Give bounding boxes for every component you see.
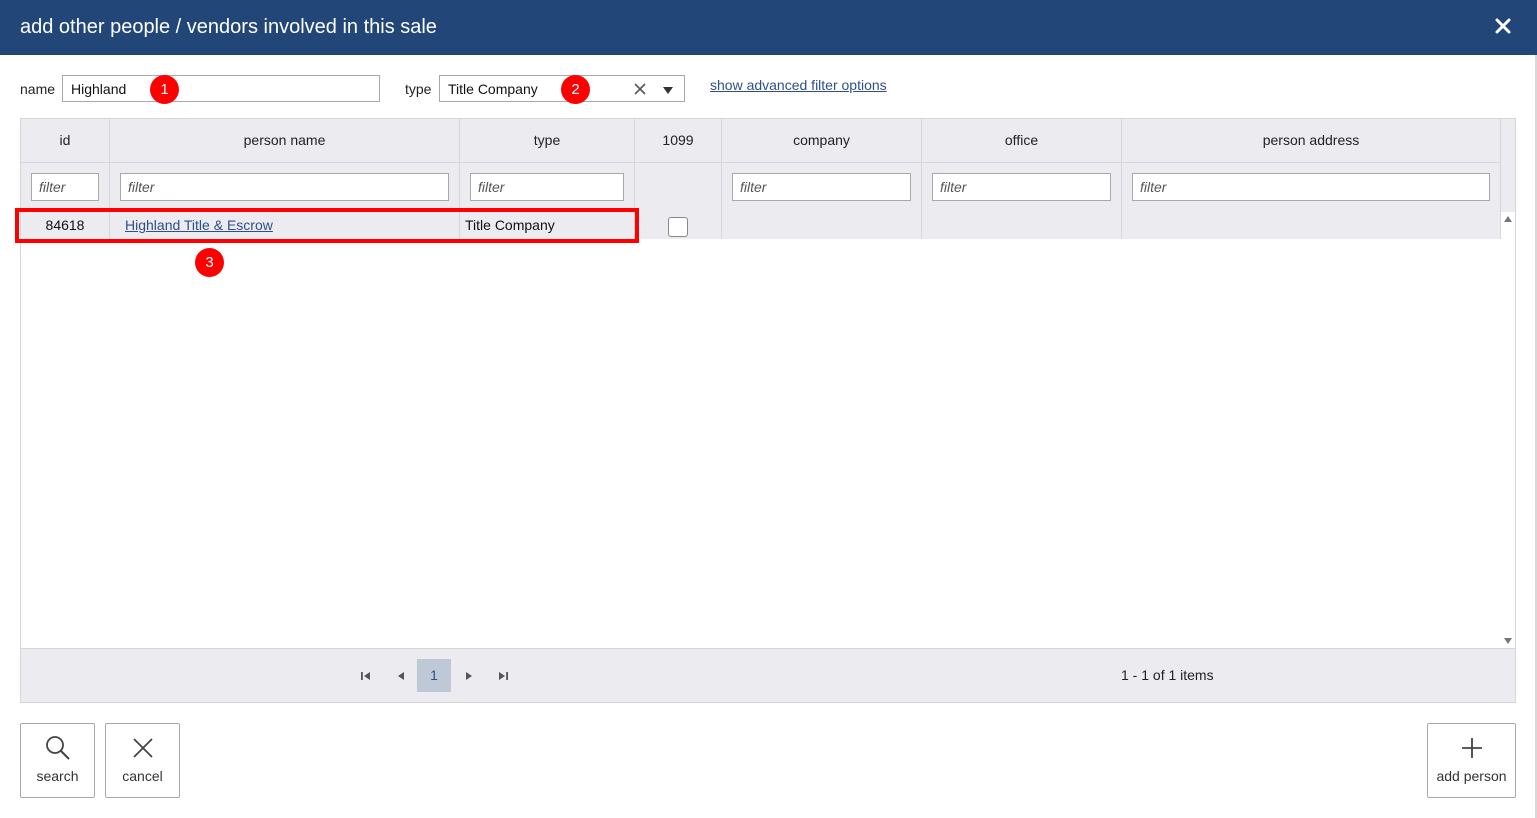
filter-input-office[interactable] (932, 173, 1111, 201)
column-header-id[interactable]: id (21, 119, 110, 162)
checkbox-1099[interactable] (668, 217, 688, 237)
search-button[interactable]: search (20, 723, 95, 798)
dialog-title: add other people / vendors involved in t… (20, 16, 437, 38)
name-input[interactable] (62, 75, 380, 102)
type-label: type (405, 81, 432, 97)
cancel-button[interactable]: cancel (105, 723, 180, 798)
scroll-down-icon[interactable] (1503, 636, 1513, 646)
filter-cell-person-name (110, 162, 460, 212)
next-page-icon[interactable] (460, 667, 478, 685)
row-highlight-box (15, 208, 639, 243)
filter-input-person-name[interactable] (120, 173, 449, 201)
dialog-titlebar: add other people / vendors involved in t… (0, 0, 1537, 55)
filter-input-id[interactable] (31, 173, 99, 201)
filter-cell-type (460, 162, 635, 212)
step-marker-2: 2 (561, 75, 590, 104)
previous-page-icon[interactable] (392, 667, 410, 685)
filter-cell-company (722, 162, 922, 212)
grid-pager: 1 1 - 1 of 1 items (21, 648, 1515, 702)
search-button-label: search (36, 768, 79, 784)
cancel-button-label: cancel (122, 768, 163, 784)
advanced-filter-link[interactable]: show advanced filter options (710, 77, 887, 93)
add-person-button-label: add person (1436, 768, 1507, 784)
vertical-scrollbar[interactable] (1501, 212, 1515, 648)
column-header-type[interactable]: type (460, 119, 635, 162)
column-header-person-address[interactable]: person address (1122, 119, 1501, 162)
column-header-office[interactable]: office (922, 119, 1122, 162)
scroll-up-icon[interactable] (1503, 214, 1513, 224)
search-icon (45, 736, 70, 760)
filter-cell-office (922, 162, 1122, 212)
dropdown-arrow-icon[interactable] (660, 82, 676, 98)
page-number-current[interactable]: 1 (417, 659, 451, 692)
results-grid: id person name type 1099 company office … (20, 118, 1516, 703)
cell-1099 (635, 212, 722, 239)
clear-icon[interactable] (632, 81, 648, 97)
close-icon[interactable] (1491, 14, 1515, 38)
filter-input-type[interactable] (470, 173, 624, 201)
cell-person-address (1122, 212, 1501, 239)
column-header-1099[interactable]: 1099 (635, 119, 722, 162)
filter-cell-id (21, 162, 110, 212)
name-label: name (20, 81, 56, 97)
filter-input-person-address[interactable] (1132, 173, 1490, 201)
first-page-icon[interactable] (357, 667, 375, 685)
step-marker-3: 3 (195, 248, 224, 277)
grid-header: id person name type 1099 company office … (21, 119, 1515, 212)
filter-cell-person-address (1122, 162, 1501, 212)
cell-company (722, 212, 922, 239)
column-header-person-name[interactable]: person name (110, 119, 460, 162)
filter-cell-1099 (635, 162, 722, 212)
filter-input-company[interactable] (732, 173, 911, 201)
add-person-button[interactable]: add person (1427, 723, 1516, 798)
plus-icon (1461, 738, 1482, 758)
cell-office (922, 212, 1122, 239)
pager-info: 1 - 1 of 1 items (1121, 667, 1214, 683)
step-marker-1: 1 (150, 75, 179, 104)
column-header-company[interactable]: company (722, 119, 922, 162)
last-page-icon[interactable] (494, 667, 512, 685)
type-select-value: Title Company (448, 81, 538, 97)
cancel-icon (132, 738, 153, 758)
